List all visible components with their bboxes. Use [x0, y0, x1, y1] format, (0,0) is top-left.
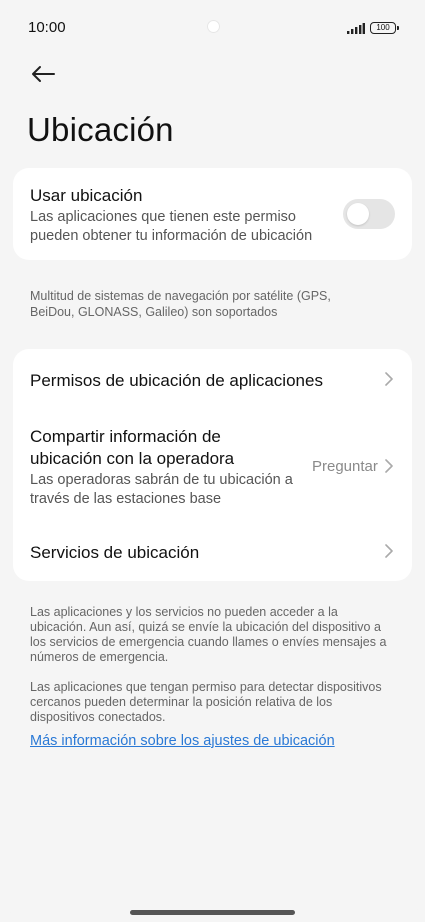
emergency-note-line-3: los servicios de emergencia cuando llame… — [30, 635, 387, 649]
emergency-note-line-2: ubicación. Aun así, quizá se envíe la ub… — [30, 620, 381, 634]
emergency-note-line-4: números de emergencia. — [30, 650, 169, 664]
chevron-right-icon — [385, 372, 393, 386]
app-location-permissions-label: Permisos de ubicación de aplicaciones — [30, 371, 323, 390]
gnss-note-line-1: Multitud de sistemas de navegación por s… — [30, 289, 331, 303]
carrier-sharing-subtitle-1: Las operadoras sabrán de tu ubicación a — [30, 472, 293, 488]
back-button[interactable] — [28, 60, 58, 88]
location-services-row[interactable]: Servicios de ubicación — [13, 523, 412, 581]
nearby-devices-note-line-1: Las aplicaciones que tengan permiso para… — [30, 680, 382, 694]
front-camera — [207, 20, 220, 33]
use-location-card[interactable]: Usar ubicación Las aplicaciones que tien… — [13, 168, 412, 260]
status-time: 10:00 — [28, 19, 66, 36]
phone-screen: 10:00 100 Ubicación Usar ubicación Las a… — [0, 0, 425, 922]
carrier-sharing-value: Preguntar — [312, 458, 378, 475]
status-bar: 10:00 100 — [0, 0, 425, 56]
carrier-sharing-title-1: Compartir información de — [30, 427, 221, 446]
location-settings-info-link[interactable]: Más información sobre los ajustes de ubi… — [30, 733, 335, 749]
carrier-sharing-subtitle-2: través de las estaciones base — [30, 491, 222, 507]
battery-icon: 100 — [370, 22, 399, 34]
use-location-title: Usar ubicación — [30, 186, 143, 205]
use-location-subtitle-2: pueden obtener tu información de ubicaci… — [30, 228, 313, 244]
emergency-note-line-1: Las aplicaciones y los servicios no pued… — [30, 605, 338, 619]
app-location-permissions-row[interactable]: Permisos de ubicación de aplicaciones — [13, 349, 412, 411]
home-indicator[interactable] — [130, 910, 295, 915]
nearby-devices-note-line-3: dispositivos conectados. — [30, 710, 166, 724]
signal-icon — [347, 23, 365, 34]
location-services-label: Servicios de ubicación — [30, 543, 200, 562]
use-location-toggle[interactable] — [343, 199, 395, 229]
carrier-sharing-title-2: ubicación con la operadora — [30, 449, 235, 468]
toggle-knob — [347, 203, 369, 225]
chevron-right-icon — [385, 544, 393, 558]
arrow-left-icon — [32, 66, 55, 82]
nearby-devices-note-line-2: cercanos pueden determinar la posición r… — [30, 695, 333, 709]
location-settings-card: Permisos de ubicación de aplicaciones Co… — [13, 349, 412, 581]
use-location-subtitle-1: Las aplicaciones que tienen este permiso — [30, 209, 296, 225]
gnss-note-line-2: BeiDou, GLONASS, Galileo) son soportados — [30, 305, 278, 319]
page-title: Ubicación — [27, 111, 174, 148]
carrier-location-sharing-row[interactable]: Compartir información de ubicación con l… — [13, 411, 412, 523]
chevron-right-icon — [385, 459, 393, 473]
